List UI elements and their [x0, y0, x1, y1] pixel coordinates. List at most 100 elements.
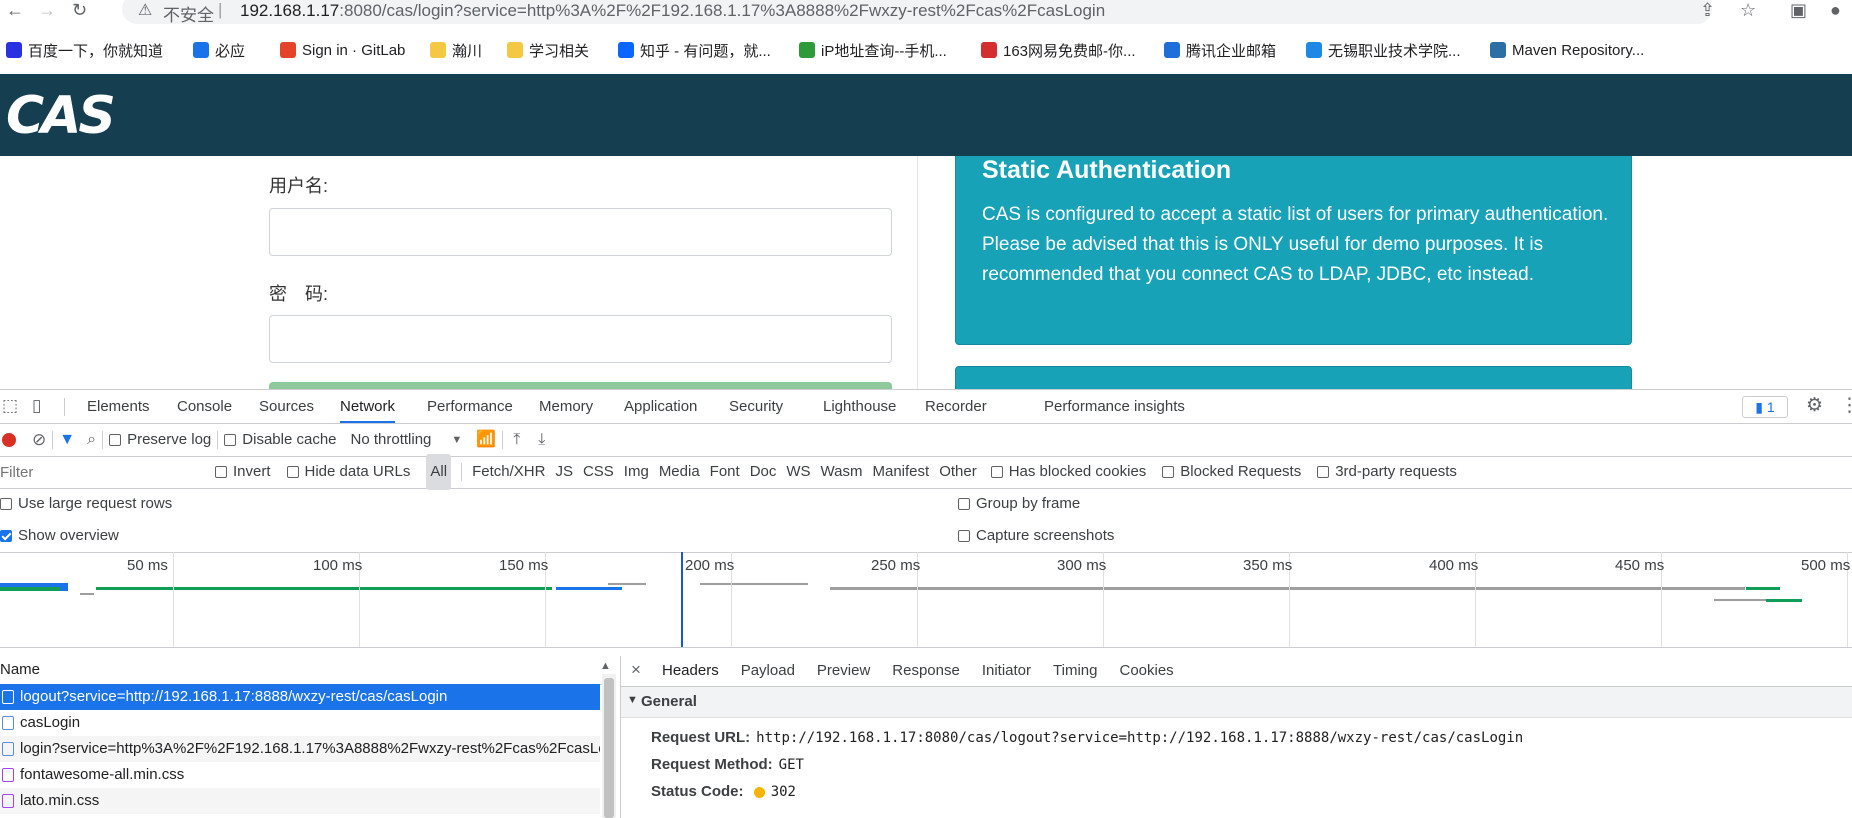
type-filter-manifest[interactable]: Manifest: [873, 456, 930, 488]
insecure-label[interactable]: 不安全: [163, 1, 214, 26]
bookmark-item[interactable]: 必应: [193, 36, 245, 64]
bookmark-label: Sign in · GitLab: [302, 41, 406, 59]
detail-tab-payload[interactable]: Payload: [730, 656, 806, 686]
bookmark-item[interactable]: 百度一下，你就知道: [6, 36, 163, 64]
record-icon[interactable]: [2, 433, 16, 447]
request-row[interactable]: lato.min.css: [0, 788, 600, 814]
detail-tab-timing[interactable]: Timing: [1042, 656, 1108, 686]
issues-badge[interactable]: ▮ 1: [1742, 396, 1788, 418]
tab-performance-insights[interactable]: Performance insights: [1044, 390, 1185, 423]
type-filter-media[interactable]: Media: [659, 456, 700, 488]
type-filter-other[interactable]: Other: [939, 456, 977, 488]
capture-screenshots-label: Capture screenshots: [976, 527, 1115, 544]
tab-performance[interactable]: Performance: [427, 390, 513, 423]
bookmark-item[interactable]: Sign in · GitLab: [280, 36, 405, 64]
import-har-icon[interactable]: ⤒: [513, 424, 520, 456]
tab-application[interactable]: Application: [624, 390, 697, 423]
disable-cache-checkbox[interactable]: [224, 434, 237, 446]
tab-security[interactable]: Security: [729, 390, 783, 423]
search-icon[interactable]: ⌕: [87, 424, 96, 456]
back-icon[interactable]: ←: [6, 0, 24, 21]
request-row[interactable]: logout?service=http://192.168.1.17:8888/…: [0, 684, 600, 710]
bookmark-item[interactable]: 知乎 - 有问题，就...: [618, 36, 771, 64]
export-har-icon[interactable]: ⤓: [538, 424, 545, 456]
bookmark-item[interactable]: 腾讯企业邮箱: [1164, 36, 1276, 64]
login-button[interactable]: [269, 382, 892, 389]
type-filter-img[interactable]: Img: [624, 456, 649, 488]
network-options: Use large request rows Show overview Gro…: [0, 488, 1852, 553]
detail-tab-initiator[interactable]: Initiator: [971, 656, 1042, 686]
filter-input[interactable]: [0, 461, 195, 483]
tab-console[interactable]: Console: [177, 390, 232, 423]
scrollbar-thumb[interactable]: [604, 678, 614, 818]
scrollbar[interactable]: [602, 674, 616, 818]
detail-tab-preview[interactable]: Preview: [806, 656, 881, 686]
group-by-frame-checkbox[interactable]: [958, 498, 970, 510]
tab-sources[interactable]: Sources: [259, 390, 314, 423]
invert-checkbox[interactable]: [215, 466, 227, 478]
capture-screenshots-checkbox[interactable]: [958, 530, 970, 542]
share-icon[interactable]: ⇪: [1700, 0, 1715, 21]
tab-memory[interactable]: Memory: [539, 390, 593, 423]
inspect-icon[interactable]: ⬚: [2, 396, 18, 416]
tab-lighthouse[interactable]: Lighthouse: [823, 390, 896, 423]
request-row[interactable]: login?service=http%3A%2F%2F192.168.1.17%…: [0, 736, 600, 762]
close-icon[interactable]: ×: [631, 660, 641, 680]
network-conditions-icon[interactable]: 📶: [476, 424, 496, 456]
large-rows-checkbox[interactable]: [0, 498, 12, 510]
third-party-label: 3rd-party requests: [1335, 463, 1457, 480]
tab-network[interactable]: Network: [340, 390, 396, 423]
name-column-header[interactable]: Name: [0, 656, 616, 685]
forward-icon[interactable]: →: [38, 0, 56, 21]
type-filter-ws[interactable]: WS: [786, 456, 810, 488]
device-toolbar-icon[interactable]: ▯: [32, 396, 41, 416]
type-filter-doc[interactable]: Doc: [750, 456, 777, 488]
blocked-requests-checkbox[interactable]: [1162, 466, 1175, 478]
preserve-log-checkbox[interactable]: [109, 434, 122, 446]
url-text[interactable]: 192.168.1.17:8080/cas/login?service=http…: [240, 1, 1105, 21]
show-overview-checkbox[interactable]: [0, 530, 12, 542]
bookmark-item[interactable]: 无锡职业技术学院...: [1306, 36, 1461, 64]
filter-icon[interactable]: ▼: [59, 424, 75, 456]
third-party-checkbox[interactable]: [1317, 466, 1330, 478]
bookmark-item[interactable]: iP地址查询--手机...: [799, 36, 947, 64]
bookmark-star-icon[interactable]: ☆: [1740, 0, 1756, 21]
clear-icon[interactable]: ⊘: [32, 424, 46, 456]
network-overview[interactable]: 50 ms 100 ms 150 ms 200 ms 250 ms 300 ms 350 m…: [0, 552, 1852, 648]
detail-tab-response[interactable]: Response: [881, 656, 971, 686]
devtools-panel: ⬚ ▯ ▮ 1 ⚙ ⋮ Elements Console Sources Networ…: [0, 389, 1852, 818]
hide-data-urls-checkbox[interactable]: [286, 466, 299, 478]
reload-icon[interactable]: ↻: [72, 0, 87, 21]
bookmark-item[interactable]: 瀚川: [430, 36, 482, 64]
bookmark-item[interactable]: 163网易免费邮-你...: [981, 36, 1136, 64]
profile-icon[interactable]: ●: [1830, 0, 1841, 21]
request-name: lato.min.css: [20, 792, 100, 809]
detail-tab-headers[interactable]: Headers: [651, 656, 730, 688]
bookmark-item[interactable]: Maven Repository...: [1490, 36, 1644, 64]
chevron-down-icon[interactable]: ▼: [451, 424, 462, 456]
type-filter-fetch-xhr[interactable]: Fetch/XHR: [472, 456, 545, 488]
tab-elements[interactable]: Elements: [87, 390, 150, 423]
tab-recorder[interactable]: Recorder: [925, 390, 987, 423]
type-filter-css[interactable]: CSS: [583, 456, 614, 488]
bookmark-item[interactable]: 学习相关: [507, 36, 589, 64]
warning-icon[interactable]: ⚠: [138, 0, 152, 20]
throttling-select[interactable]: No throttling: [351, 424, 432, 456]
sort-up-icon[interactable]: ▲: [600, 660, 611, 672]
request-row[interactable]: fontawesome-all.min.css: [0, 762, 600, 788]
username-input[interactable]: [269, 208, 892, 256]
more-options-icon[interactable]: ⋮: [1840, 394, 1852, 417]
sidebar-icon[interactable]: ▣: [1790, 0, 1807, 21]
password-input[interactable]: [269, 315, 892, 363]
toolbar-separator: [52, 431, 54, 449]
type-filter-all[interactable]: All: [426, 454, 452, 490]
settings-gear-icon[interactable]: ⚙: [1806, 394, 1823, 417]
request-row[interactable]: casLogin: [0, 710, 600, 736]
type-filter-js[interactable]: JS: [555, 456, 573, 488]
detail-tab-cookies[interactable]: Cookies: [1108, 656, 1184, 686]
type-filter-wasm[interactable]: Wasm: [821, 456, 863, 488]
status-code-value: 302: [770, 784, 796, 800]
has-blocked-cookies-checkbox[interactable]: [990, 466, 1003, 478]
type-filter-font[interactable]: Font: [710, 456, 740, 488]
general-section-header[interactable]: ▼ General: [621, 687, 1852, 718]
